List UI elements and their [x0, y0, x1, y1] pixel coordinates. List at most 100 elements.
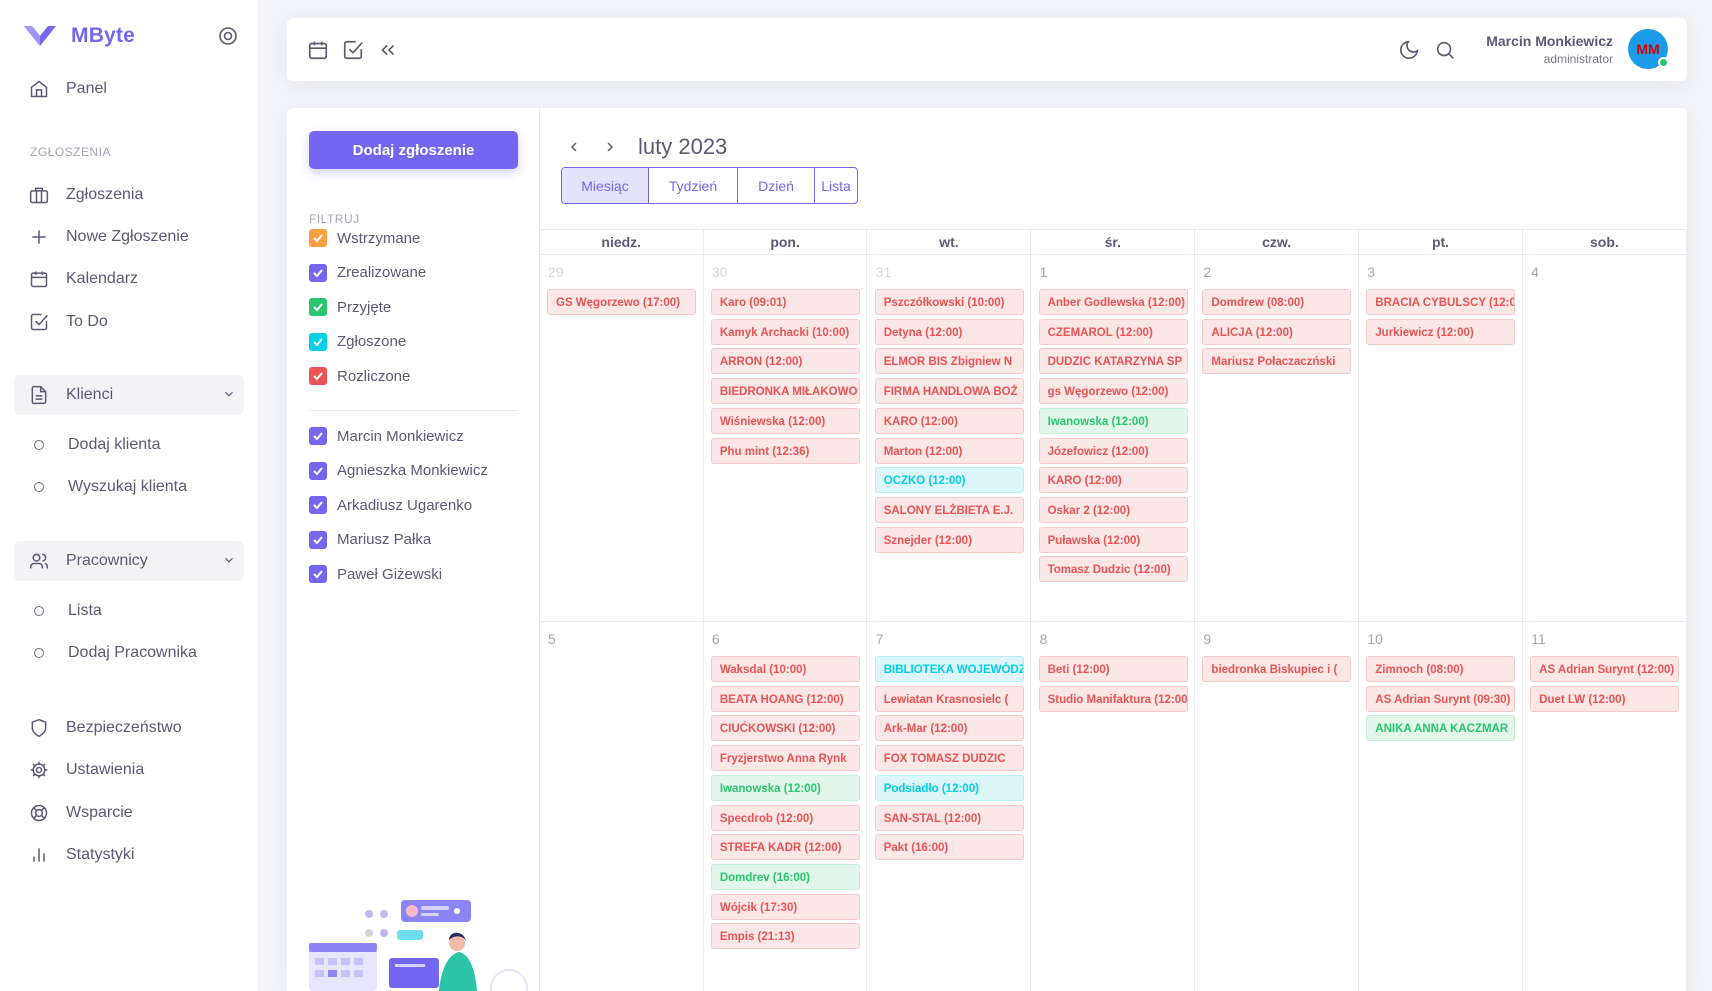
view-list-button[interactable]: Lista — [815, 168, 857, 203]
day-cell[interactable]: 7 BIBLIOTEKA WOJEWÓDZ Lewiatan Krasnosielc… — [868, 622, 1032, 991]
sidebar-sub-lista[interactable]: Lista — [14, 593, 244, 629]
checkbox-check-icon[interactable] — [309, 461, 327, 480]
calendar-event[interactable]: Iwanowska (12:00) — [1038, 407, 1188, 434]
day-cell[interactable]: 30 Karo (09:01) Kamyk Archacki (10:00) ARRO… — [704, 255, 868, 621]
sidebar-item-wsparcie[interactable]: Wsparcie — [14, 793, 244, 833]
checkbox-check-icon[interactable] — [309, 263, 327, 282]
day-cell[interactable]: 29 GS Węgorzewo (17:00) — [540, 255, 704, 621]
checkbox-check-icon[interactable] — [309, 427, 327, 445]
sidebar-item-statystyki[interactable]: Statystyki — [14, 835, 244, 875]
day-cell[interactable]: 11 AS Adrian Surynt (12:00) Duet LW (12:00… — [1523, 622, 1687, 991]
calendar-event[interactable]: Oskar 2 (12:00) — [1038, 496, 1188, 523]
calendar-event[interactable]: ELMOR BIS Zbigniew N — [874, 348, 1024, 375]
calendar-event[interactable]: Domdrev (16:00) — [710, 863, 860, 890]
checkbox-check-icon[interactable] — [309, 298, 327, 316]
sidebar-item-bezpieczenstwo[interactable]: Bezpieczeństwo — [14, 708, 244, 748]
chevron-right-icon[interactable] — [600, 137, 620, 157]
calendar-event[interactable]: CIUĆKOWSKI (12:00) — [710, 715, 860, 742]
calendar-event[interactable]: Jurkiewicz (12:00) — [1366, 318, 1516, 345]
checkbox-check-icon[interactable] — [309, 367, 327, 385]
check-square-icon[interactable] — [342, 39, 364, 61]
day-number[interactable]: 3 — [1367, 264, 1375, 280]
sidebar-item-kalendarz[interactable]: Kalendarz — [14, 259, 244, 299]
calendar-event[interactable]: KARO (12:00) — [1038, 467, 1188, 494]
calendar-event[interactable]: AS Adrian Surynt (12:00) — [1530, 656, 1680, 682]
day-cell[interactable]: 1 Anber Godlewska (12:00) CZEMAROL (12:00)… — [1032, 255, 1196, 621]
calendar-event[interactable]: ARRON (12:00) — [710, 348, 860, 375]
calendar-event[interactable]: Domdrew (08:00) — [1202, 289, 1352, 315]
sidebar-item-panel[interactable]: Panel — [14, 69, 244, 109]
day-number[interactable]: 6 — [712, 631, 720, 647]
calendar-event[interactable]: Mariusz Połaczaczński — [1202, 348, 1352, 375]
day-number[interactable]: 30 — [712, 264, 728, 280]
calendar-event[interactable]: gs Węgorzewo (12:00) — [1038, 378, 1188, 405]
calendar-event[interactable]: BEATA HOANG (12:00) — [710, 685, 860, 712]
filter-checkbox[interactable]: Wstrzymane — [309, 229, 420, 247]
calendar-event[interactable]: CZEMAROL (12:00) — [1038, 318, 1188, 345]
calendar-event[interactable]: Podsiadło (12:00) — [874, 774, 1024, 801]
calendar-event[interactable]: ANIKA ANNA KACZMAR — [1366, 715, 1516, 742]
filter-checkbox[interactable]: Rozliczone — [309, 367, 410, 385]
day-number[interactable]: 4 — [1531, 264, 1539, 280]
calendar-event[interactable]: SALONY ELŻBIETA E.J. — [874, 496, 1024, 523]
calendar-event[interactable]: Studio Manifaktura (12:00) — [1038, 685, 1188, 712]
filter-checkbox[interactable]: Zrealizowane — [309, 263, 426, 282]
calendar-event[interactable]: Empis (21:13) — [710, 923, 860, 950]
day-number[interactable]: 7 — [876, 631, 884, 647]
filter-checkbox[interactable]: Zgłoszone — [309, 332, 406, 351]
day-number[interactable]: 8 — [1040, 631, 1048, 647]
sidebar-sub-dodaj-klienta[interactable]: Dodaj klienta — [14, 427, 244, 463]
day-number[interactable]: 9 — [1203, 631, 1211, 647]
view-month-button[interactable]: Miesiąc — [562, 168, 649, 203]
calendar-event[interactable]: Anber Godlewska (12:00) — [1038, 289, 1188, 315]
filter-checkbox[interactable]: Paweł Giżewski — [309, 565, 442, 583]
calendar-event[interactable]: Pakt (16:00) — [874, 834, 1024, 861]
brand[interactable]: MByte — [22, 22, 135, 50]
calendar-event[interactable]: Iwanowska (12:00) — [710, 774, 860, 801]
moon-icon[interactable] — [1398, 39, 1420, 61]
sidebar-item-nowe-zgloszenie[interactable]: Nowe Zgłoszenie — [14, 217, 244, 257]
calendar-event[interactable]: OCZKO (12:00) — [874, 467, 1024, 494]
day-number[interactable]: 5 — [548, 631, 556, 647]
day-cell[interactable]: 31 Pszczółkowski (10:00) Detyna (12:00) ELM… — [868, 255, 1032, 621]
filter-checkbox[interactable]: Marcin Monkiewicz — [309, 427, 464, 445]
day-number[interactable]: 10 — [1367, 631, 1383, 647]
calendar-event[interactable]: Wójcik (17:30) — [710, 893, 860, 920]
calendar-event[interactable]: Detyna (12:00) — [874, 318, 1024, 345]
calendar-icon[interactable] — [307, 39, 329, 61]
calendar-event[interactable]: BIBLIOTEKA WOJEWÓDZ — [874, 656, 1024, 682]
calendar-event[interactable]: Sznejder (12:00) — [874, 526, 1024, 553]
filter-checkbox[interactable]: Przyjęte — [309, 298, 391, 316]
calendar-event[interactable]: Ark-Mar (12:00) — [874, 715, 1024, 742]
calendar-event[interactable]: Karo (09:01) — [710, 289, 860, 315]
calendar-event[interactable]: BRACIA CYBULSCY (12:00) — [1366, 289, 1516, 315]
sidebar-sub-dodaj-pracownika[interactable]: Dodaj Pracownika — [14, 635, 244, 671]
sidebar-toggle-icon[interactable] — [218, 26, 238, 46]
chevrons-left-icon[interactable] — [377, 39, 399, 61]
sidebar-item-zgloszenia[interactable]: Zgłoszenia — [14, 175, 244, 215]
chevron-left-icon[interactable] — [564, 137, 584, 157]
calendar-event[interactable]: SAN-STAL (12:00) — [874, 804, 1024, 831]
calendar-event[interactable]: FIRMA HANDLOWA BOŻ — [874, 378, 1024, 405]
filter-checkbox[interactable]: Mariusz Pałka — [309, 530, 431, 549]
view-day-button[interactable]: Dzień — [738, 168, 815, 203]
calendar-event[interactable]: Puławska (12:00) — [1038, 526, 1188, 553]
checkbox-check-icon[interactable] — [309, 496, 327, 514]
calendar-event[interactable]: STREFA KADR (12:00) — [710, 834, 860, 861]
day-cell[interactable]: 3 BRACIA CYBULSCY (12:00) Jurkiewicz (12:0… — [1359, 255, 1523, 621]
checkbox-check-icon[interactable] — [309, 565, 327, 583]
calendar-event[interactable]: Waksdal (10:00) — [710, 656, 860, 682]
search-icon[interactable] — [1434, 39, 1456, 61]
day-cell[interactable]: 2 Domdrew (08:00) ALICJA (12:00) Mariusz Po… — [1195, 255, 1359, 621]
calendar-event[interactable]: Fryzjerstwo Anna Rynk — [710, 745, 860, 772]
calendar-event[interactable]: FOX TOMASZ DUDZIC — [874, 745, 1024, 772]
calendar-event[interactable]: Kamyk Archacki (10:00) — [710, 318, 860, 345]
calendar-event[interactable]: Zimnoch (08:00) — [1366, 656, 1516, 682]
calendar-event[interactable]: Specdrob (12:00) — [710, 804, 860, 831]
calendar-event[interactable]: Wiśniewska (12:00) — [710, 407, 860, 434]
calendar-event[interactable]: BIEDRONKA MIŁAKOWO — [710, 378, 860, 405]
day-number[interactable]: 1 — [1040, 264, 1048, 280]
filter-checkbox[interactable]: Arkadiusz Ugarenko — [309, 496, 472, 514]
calendar-event[interactable]: Lewiatan Krasnosielc ( — [874, 685, 1024, 712]
calendar-event[interactable]: ALICJA (12:00) — [1202, 318, 1352, 345]
